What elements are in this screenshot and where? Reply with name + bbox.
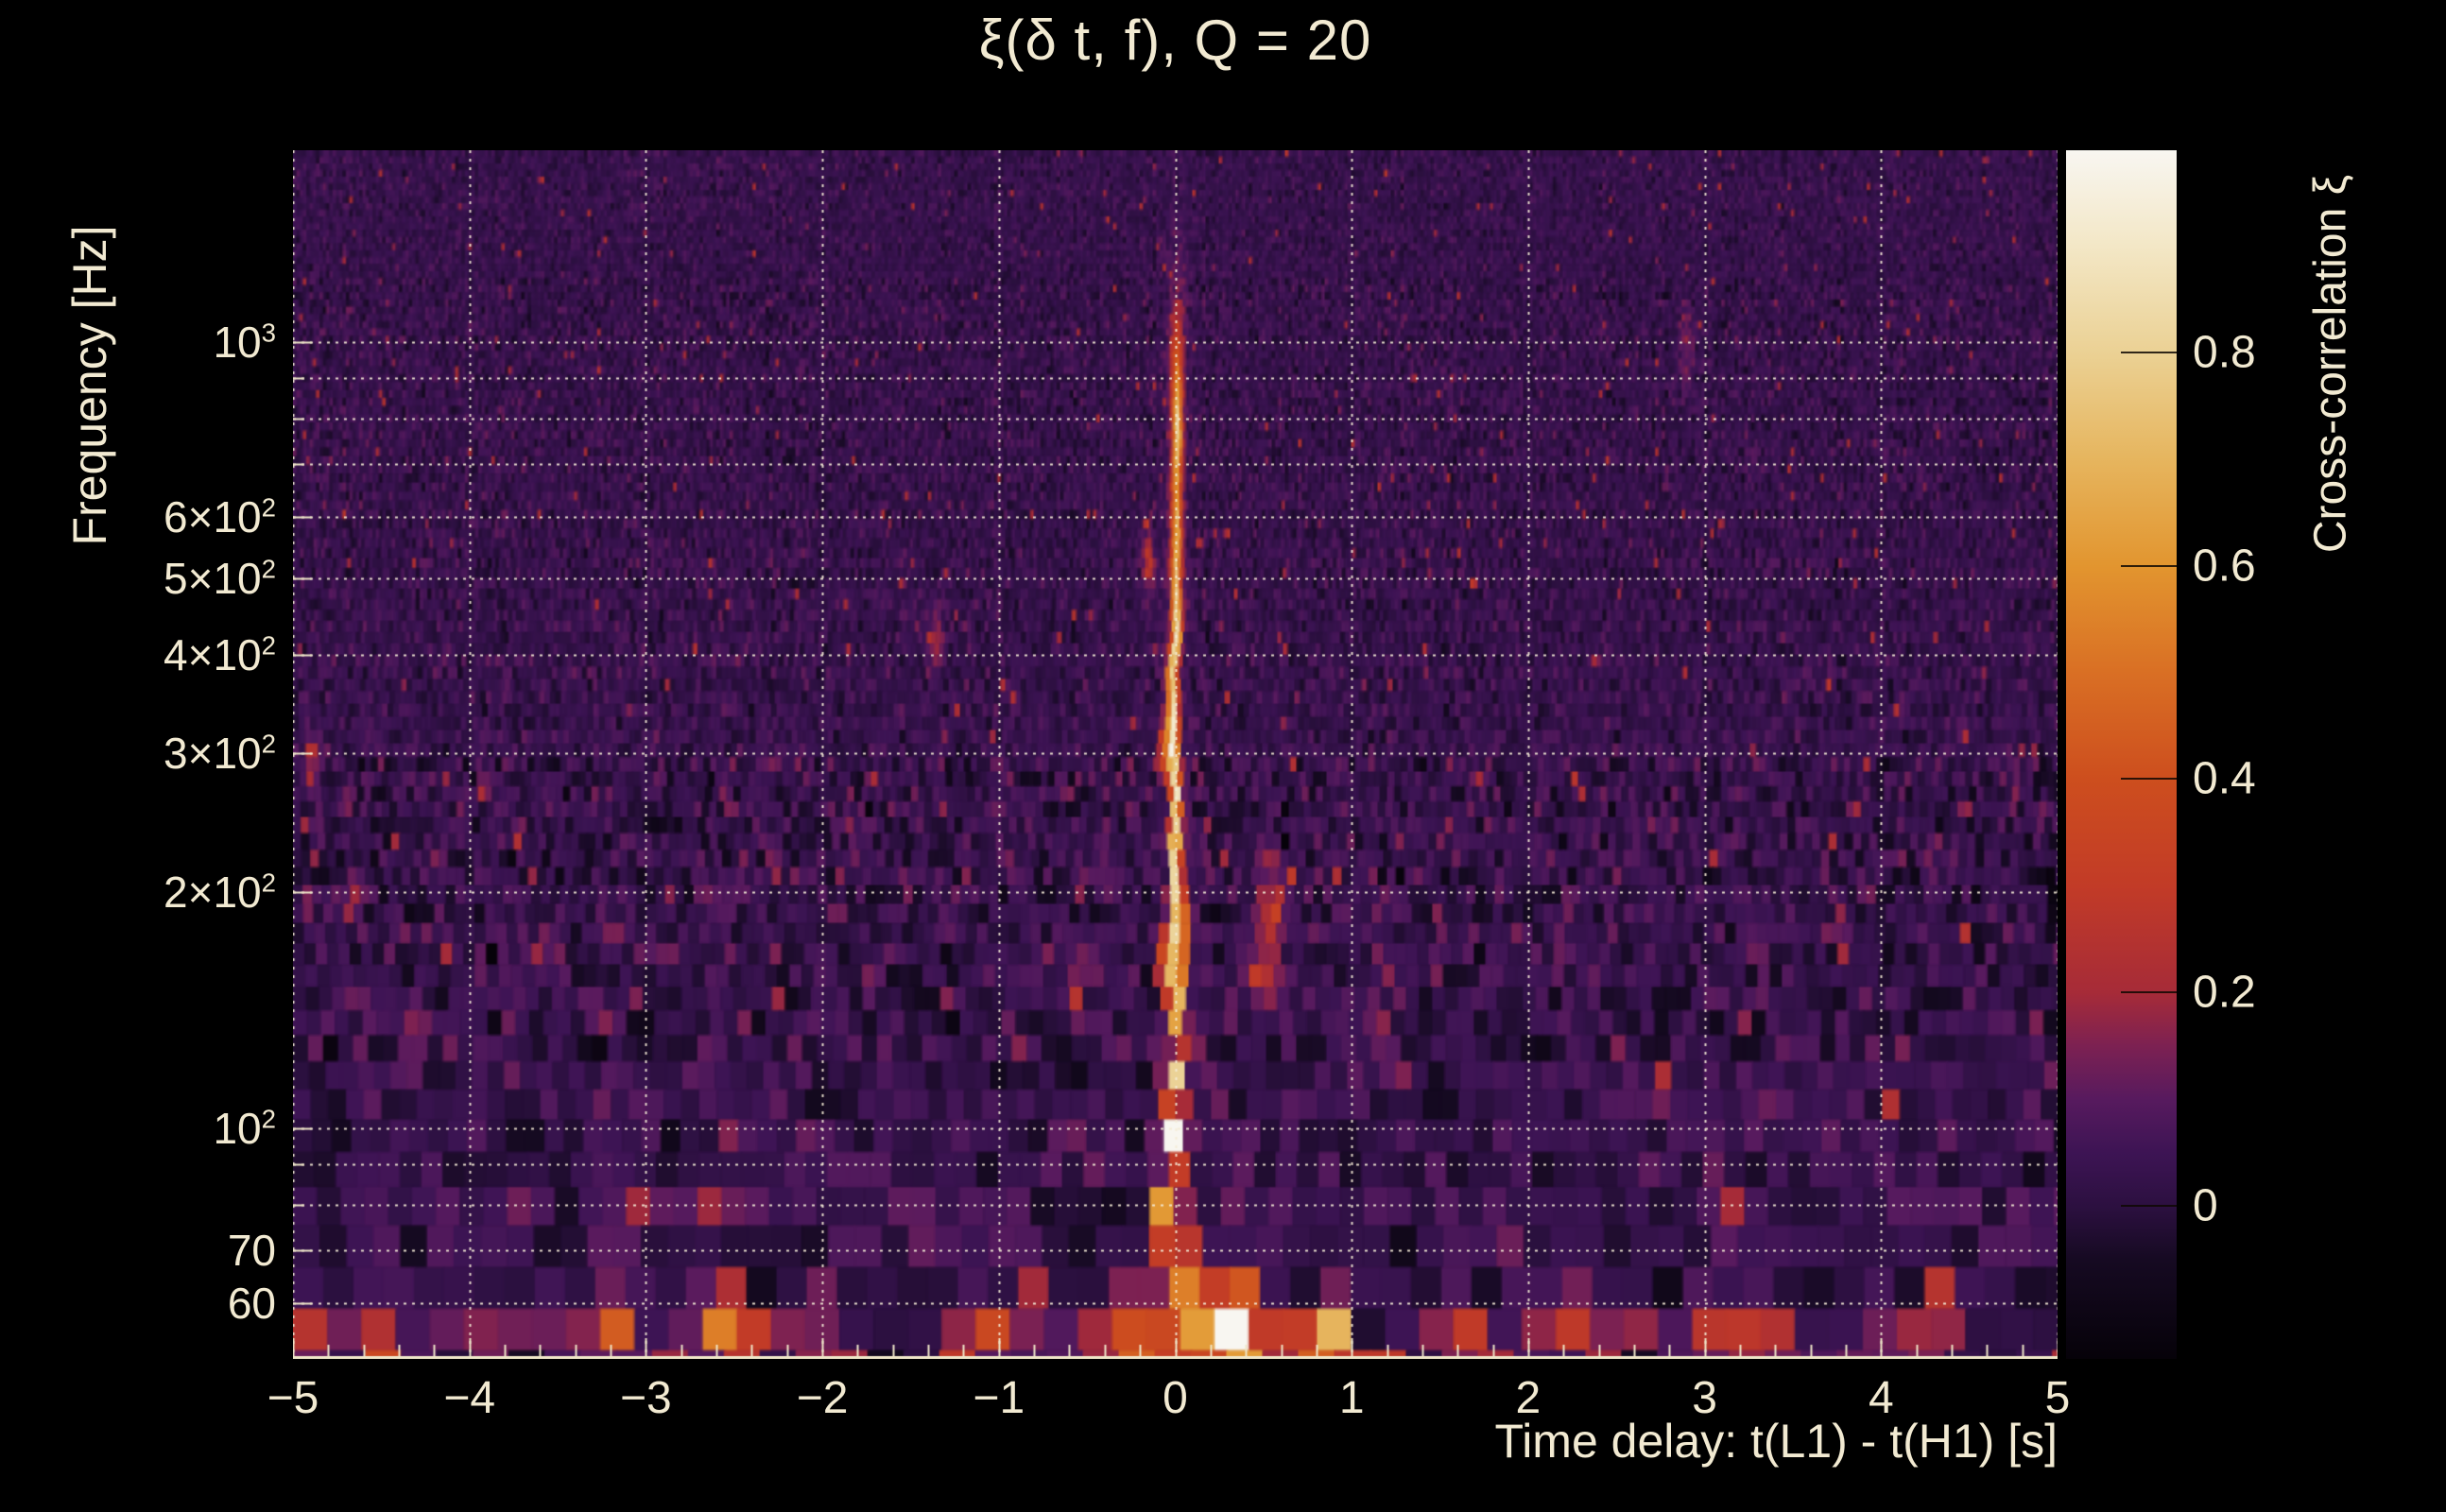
figure: ξ(δ t, f), Q = 20 Frequency [Hz] 103 6×10… <box>0 0 2446 1512</box>
y-tick-label: 4×102 <box>164 630 276 680</box>
y-tick-label: 3×102 <box>164 729 276 779</box>
colorbar-tick-label: 0.4 <box>2193 753 2256 804</box>
y-tick-label: 60 <box>227 1278 276 1328</box>
y-tick-label: 102 <box>213 1104 276 1153</box>
colorbar-tick-label: 0.8 <box>2193 327 2256 378</box>
y-tick-label: 70 <box>227 1225 276 1275</box>
colorbar-tick-mark <box>2121 351 2177 353</box>
colorbar-tick-mark <box>2121 564 2177 567</box>
colorbar-tick-label: 0 <box>2193 1180 2218 1231</box>
colorbar-tick-mark <box>2121 991 2177 994</box>
colorbar-tick-mark <box>2121 778 2177 781</box>
x-axis-title: Time delay: t(L1) - t(H1) [s] <box>1494 1415 2058 1468</box>
plot-title: ξ(δ t, f), Q = 20 <box>978 9 1372 72</box>
colorbar-tick-label: 0.6 <box>2193 541 2256 592</box>
y-tick-label: 2×102 <box>164 867 276 917</box>
colorbar <box>2066 150 2177 1359</box>
colorbar-title: Cross-correlation ξ <box>2305 174 2356 554</box>
y-tick-label: 5×102 <box>164 554 276 604</box>
spectrogram-canvas <box>293 150 2058 1359</box>
colorbar-tick-mark <box>2121 1205 2177 1207</box>
colorbar-tick-label: 0.2 <box>2193 967 2256 1018</box>
y-tick-label: 103 <box>213 318 276 367</box>
y-tick-label: 6×102 <box>164 491 276 541</box>
